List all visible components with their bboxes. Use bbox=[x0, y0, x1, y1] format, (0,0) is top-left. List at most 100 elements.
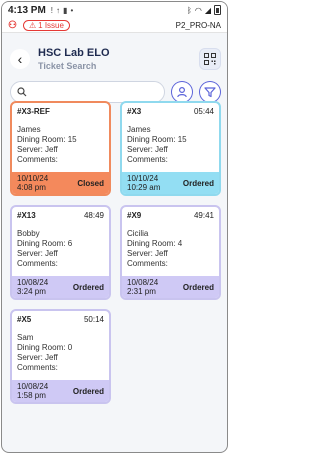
ticket-date: 10/08/24 bbox=[17, 381, 49, 391]
warning-icon: ⚠ bbox=[28, 20, 37, 30]
ticket-card[interactable]: #X9 49:41 Cicilia Dining Room: 4 Server:… bbox=[120, 205, 221, 300]
search-box[interactable] bbox=[10, 81, 166, 103]
header-titles: HSC Lab ELO Ticket Search bbox=[38, 47, 110, 71]
qr-code-icon bbox=[204, 53, 216, 65]
ticket-elapsed: 50:14 bbox=[83, 315, 104, 324]
battery-icon bbox=[214, 5, 221, 15]
ticket-name: James bbox=[17, 125, 41, 134]
status-bar: 4:13 PM ! ↑ ▮ • ᛒ ◠ ◢ bbox=[2, 2, 227, 18]
ticket-id: #X13 bbox=[17, 211, 36, 220]
bluetooth-icon: ᛒ bbox=[187, 5, 192, 15]
ticket-footer: 10/08/24 2:31 pm Ordered bbox=[122, 276, 219, 298]
page-subtitle: Ticket Search bbox=[38, 61, 97, 71]
ticket-dining-room: Dining Room: 15 bbox=[17, 135, 77, 144]
ticket-server: Server: Jeff bbox=[17, 145, 58, 154]
ticket-clock: 3:24 pm bbox=[17, 287, 46, 296]
ticket-elapsed: 05:44 bbox=[193, 107, 214, 116]
ticket-header: #X5 50:14 bbox=[17, 315, 104, 324]
ticket-elapsed: 48:49 bbox=[83, 211, 104, 220]
ticket-comments: Comments: bbox=[17, 363, 58, 372]
search-icon bbox=[17, 87, 27, 97]
upload-icon: ↑ bbox=[56, 5, 61, 15]
device-frame: 4:13 PM ! ↑ ▮ • ᛒ ◠ ◢ ⚇ ⚠ 1 Issue P2_PRO… bbox=[1, 1, 228, 453]
search-row bbox=[2, 77, 227, 103]
ticket-header: #X3-REF bbox=[17, 107, 104, 116]
ticket-name: James bbox=[127, 125, 151, 134]
ticket-clock: 4:08 pm bbox=[17, 183, 46, 192]
person-icon bbox=[177, 86, 188, 98]
app-logo-icon: ⚇ bbox=[8, 19, 17, 31]
ticket-clock: 2:31 pm bbox=[127, 287, 156, 296]
ticket-server: Server: Jeff bbox=[127, 145, 168, 154]
ticket-datetime: 10/08/24 2:31 pm bbox=[127, 278, 158, 296]
status-time: 4:13 PM bbox=[8, 4, 46, 16]
search-input[interactable] bbox=[31, 87, 151, 97]
ticket-status: Ordered bbox=[182, 282, 214, 292]
ticket-server: Server: Jeff bbox=[127, 249, 168, 258]
ticket-date: 10/10/24 bbox=[127, 173, 159, 183]
ticket-name: Sam bbox=[17, 333, 34, 342]
system-icons: ᛒ ◠ ◢ bbox=[187, 5, 221, 15]
ticket-status: Ordered bbox=[72, 282, 104, 292]
ticket-date: 10/10/24 bbox=[17, 173, 49, 183]
ticket-footer: 10/10/24 4:08 pm Closed bbox=[12, 172, 109, 194]
ticket-datetime: 10/08/24 3:24 pm bbox=[17, 278, 48, 296]
ticket-datetime: 10/10/24 4:08 pm bbox=[17, 174, 48, 192]
ticket-name: Cicilia bbox=[127, 229, 149, 238]
ticket-datetime: 10/08/24 1:58 pm bbox=[17, 382, 48, 400]
ticket-body: #X3 05:44 James Dining Room: 15 Server: … bbox=[122, 103, 219, 172]
issue-badge[interactable]: ⚠ 1 Issue bbox=[22, 19, 70, 31]
ticket-datetime: 10/10/24 10:29 am bbox=[127, 174, 160, 192]
issue-label: 1 Issue bbox=[38, 20, 64, 30]
user-filter-button[interactable] bbox=[171, 81, 194, 103]
dot-icon: • bbox=[70, 5, 74, 15]
page-title: HSC Lab ELO bbox=[38, 47, 110, 59]
ticket-status: Ordered bbox=[182, 178, 214, 188]
ticket-status: Ordered bbox=[72, 386, 104, 396]
ticket-card[interactable]: #X13 48:49 Bobby Dining Room: 6 Server: … bbox=[10, 205, 111, 300]
ticket-header: #X3 05:44 bbox=[127, 107, 214, 116]
ticket-comments: Comments: bbox=[127, 259, 168, 268]
ticket-footer: 10/08/24 3:24 pm Ordered bbox=[12, 276, 109, 298]
ticket-clock: 1:58 pm bbox=[17, 391, 46, 400]
back-button[interactable]: ‹ bbox=[10, 49, 30, 69]
issue-bar: ⚇ ⚠ 1 Issue P2_PRO-NA bbox=[2, 18, 227, 33]
ticket-body: #X5 50:14 Sam Dining Room: 0 Server: Jef… bbox=[12, 311, 109, 380]
ticket-dining-room: Dining Room: 4 bbox=[127, 239, 183, 248]
ticket-card[interactable]: #X3-REF James Dining Room: 15 Server: Je… bbox=[10, 101, 111, 196]
ticket-comments: Comments: bbox=[17, 155, 58, 164]
ticket-footer: 10/10/24 10:29 am Ordered bbox=[122, 172, 219, 194]
file-icon: ▮ bbox=[63, 5, 68, 15]
ticket-server: Server: Jeff bbox=[17, 353, 58, 362]
page-header: ‹ HSC Lab ELO Ticket Search bbox=[2, 33, 227, 77]
signal-icon: ◢ bbox=[204, 5, 211, 15]
device-name: P2_PRO-NA bbox=[175, 20, 221, 30]
qr-scan-button[interactable] bbox=[199, 48, 221, 70]
ticket-id: #X3 bbox=[127, 107, 142, 116]
filter-icon bbox=[204, 87, 216, 98]
ticket-id: #X5 bbox=[17, 315, 32, 324]
ticket-body: #X9 49:41 Cicilia Dining Room: 4 Server:… bbox=[122, 207, 219, 276]
ticket-header: #X13 48:49 bbox=[17, 211, 104, 220]
ticket-elapsed: 49:41 bbox=[193, 211, 214, 220]
ticket-date: 10/08/24 bbox=[17, 277, 49, 287]
ticket-comments: Comments: bbox=[127, 155, 168, 164]
ticket-grid: #X3-REF James Dining Room: 15 Server: Je… bbox=[10, 101, 222, 404]
ticket-body: #X13 48:49 Bobby Dining Room: 6 Server: … bbox=[12, 207, 109, 276]
alert-icon: ! bbox=[50, 5, 54, 15]
notification-icons: ! ↑ ▮ • bbox=[51, 6, 73, 15]
ticket-name: Bobby bbox=[17, 229, 40, 238]
filter-button[interactable] bbox=[199, 81, 221, 103]
ticket-header: #X9 49:41 bbox=[127, 211, 214, 220]
ticket-card[interactable]: #X3 05:44 James Dining Room: 15 Server: … bbox=[120, 101, 221, 196]
ticket-body: #X3-REF James Dining Room: 15 Server: Je… bbox=[12, 103, 109, 172]
ticket-dining-room: Dining Room: 15 bbox=[127, 135, 187, 144]
wifi-icon: ◠ bbox=[194, 5, 202, 15]
ticket-id: #X9 bbox=[127, 211, 142, 220]
ticket-card[interactable]: #X5 50:14 Sam Dining Room: 0 Server: Jef… bbox=[10, 309, 111, 404]
ticket-footer: 10/08/24 1:58 pm Ordered bbox=[12, 380, 109, 402]
ticket-id: #X3-REF bbox=[17, 107, 50, 116]
ticket-server: Server: Jeff bbox=[17, 249, 58, 258]
ticket-date: 10/08/24 bbox=[127, 277, 159, 287]
ticket-dining-room: Dining Room: 0 bbox=[17, 343, 73, 352]
